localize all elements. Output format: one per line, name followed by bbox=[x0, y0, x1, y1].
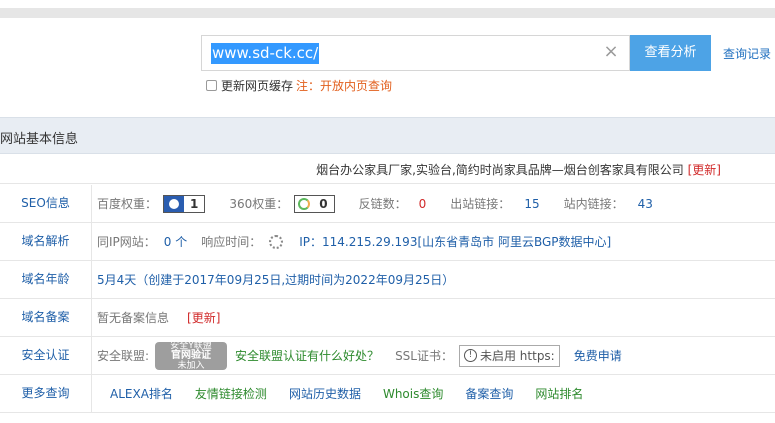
security-label: 安全认证 bbox=[0, 337, 92, 374]
analyze-button[interactable]: 查看分析 bbox=[630, 35, 711, 71]
s360-icon bbox=[295, 196, 313, 212]
site-history-link[interactable]: 网站历史数据 bbox=[289, 385, 361, 402]
top-strip bbox=[0, 0, 775, 18]
free-apply-link[interactable]: 免费申请 bbox=[574, 347, 622, 364]
more-queries-content: ALEXA排名 友情链接检测 网站历史数据 Whois查询 备案查询 网站排名 bbox=[110, 375, 583, 412]
baidu-paw-icon bbox=[164, 195, 185, 212]
icp-row: 域名备案 暂无备案信息 [更新] bbox=[0, 299, 775, 337]
loading-spinner-icon bbox=[269, 234, 284, 249]
baidu-weight-label: 百度权重： bbox=[97, 197, 158, 211]
outlinks-value[interactable]: 15 bbox=[524, 197, 539, 211]
seo-content: 百度权重： 1 360权重： 0 反链数： 0 出站链接： 15 站内链接： 4… bbox=[97, 185, 653, 222]
domain-age-content: 5月4天（创建于2017年09月25日,过期时间为2022年09月25日） bbox=[97, 261, 454, 298]
baidu-weight-value: 1 bbox=[190, 196, 199, 211]
seal-main-text: 官网验证 bbox=[171, 349, 212, 361]
security-row: 安全认证 安全联盟: 安全Y联盟 官网验证 未加入 安全联盟认证有什么好处？ S… bbox=[0, 337, 775, 375]
search-input[interactable]: www.sd-ck.cc/ bbox=[211, 43, 320, 64]
top-divider bbox=[0, 8, 775, 18]
same-ip-value[interactable]: 0 个 bbox=[164, 233, 187, 250]
friend-link-check-link[interactable]: 友情链接检测 bbox=[195, 385, 267, 402]
response-time-label: 响应时间： bbox=[201, 235, 262, 249]
verification-seal-icon[interactable]: 安全Y联盟 官网验证 未加入 bbox=[155, 340, 228, 371]
query-history-link[interactable]: 查询记录 bbox=[723, 45, 771, 62]
security-content: 安全联盟: 安全Y联盟 官网验证 未加入 安全联盟认证有什么好处？ SSL证书：… bbox=[97, 337, 622, 374]
site-title-text: 烟台办公家具厂家,实验台,简约时尚家具品牌—烟台创客家具有限公司 bbox=[316, 163, 684, 177]
ssl-label: SSL证书： bbox=[395, 349, 453, 363]
dns-label: 域名解析 bbox=[0, 223, 92, 260]
title-update-link[interactable]: [更新] bbox=[688, 163, 721, 177]
domain-age-row: 域名年龄 5月4天（创建于2017年09月25日,过期时间为2022年09月25… bbox=[0, 261, 775, 299]
baidu-weight-badge[interactable]: 1 bbox=[163, 194, 206, 213]
backlinks-label: 反链数： bbox=[358, 197, 407, 211]
domain-age-value: 5月4天（创建于2017年09月25日,过期时间为2022年09月25日） bbox=[97, 273, 455, 287]
inlinks-label: 站内链接： bbox=[563, 197, 624, 211]
whois-link[interactable]: Whois查询 bbox=[383, 385, 443, 402]
close-icon[interactable]: × bbox=[603, 43, 619, 61]
icp-label: 域名备案 bbox=[0, 299, 92, 336]
s360-weight-value: 0 bbox=[319, 196, 328, 211]
s360-weight-badge[interactable]: 0 bbox=[294, 194, 335, 213]
ip-info[interactable]: IP：114.215.29.193[山东省青岛市 阿里云BGP数据中心] bbox=[299, 233, 611, 250]
seo-row: SEO信息 百度权重： 1 360权重： 0 反链数： 0 出站链接： 15 站… bbox=[0, 185, 775, 223]
section-title: 网站基本信息 bbox=[0, 132, 79, 147]
more-queries-row: 更多查询 ALEXA排名 友情链接检测 网站历史数据 Whois查询 备案查询 … bbox=[0, 375, 775, 413]
site-title: 烟台办公家具厂家,实验台,简约时尚家具品牌—烟台创客家具有限公司 [更新] bbox=[316, 161, 721, 178]
more-queries-label: 更多查询 bbox=[0, 375, 92, 412]
dns-content: 同IP网站： 0 个 响应时间： IP：114.215.29.193[山东省青岛… bbox=[97, 223, 611, 260]
seo-label: SEO信息 bbox=[0, 185, 92, 222]
icp-content: 暂无备案信息 [更新] bbox=[97, 299, 220, 336]
section-header: 网站基本信息 bbox=[0, 117, 775, 154]
cache-note: 注：开放内页查询 bbox=[296, 78, 393, 93]
domain-age-label: 域名年龄 bbox=[0, 261, 92, 298]
icp-value: 暂无备案信息 bbox=[97, 311, 170, 325]
backlinks-value[interactable]: 0 bbox=[419, 197, 427, 211]
seal-top-text: 安全Y联盟 bbox=[170, 340, 212, 351]
alliance-label: 安全联盟: bbox=[97, 349, 150, 363]
ssl-status-badge: ! 未启用 https: bbox=[458, 344, 560, 367]
cache-option: 更新网页缓存 注：开放内页查询 bbox=[206, 77, 393, 94]
info-icon: ! bbox=[463, 349, 477, 362]
ssl-status-text: 未启用 https: bbox=[479, 349, 555, 363]
site-title-row: 烟台办公家具厂家,实验台,简约时尚家具品牌—烟台创客家具有限公司 [更新] bbox=[0, 155, 775, 184]
search-box[interactable]: www.sd-ck.cc/ × bbox=[201, 35, 630, 71]
seal-bottom-text: 未加入 bbox=[177, 360, 205, 371]
same-ip-label: 同IP网站： bbox=[97, 235, 156, 249]
s360-weight-label: 360权重： bbox=[229, 197, 289, 211]
icp-query-link[interactable]: 备案查询 bbox=[465, 385, 513, 402]
site-rank-link[interactable]: 网站排名 bbox=[535, 385, 583, 402]
alexa-rank-link[interactable]: ALEXA排名 bbox=[110, 385, 173, 402]
dns-row: 域名解析 同IP网站： 0 个 响应时间： IP：114.215.29.193[… bbox=[0, 223, 775, 261]
outlinks-label: 出站链接： bbox=[450, 197, 511, 211]
refresh-cache-label[interactable]: 更新网页缓存 bbox=[221, 77, 293, 94]
icp-update-link[interactable]: [更新] bbox=[187, 309, 220, 326]
inlinks-value[interactable]: 43 bbox=[638, 197, 653, 211]
alliance-benefit-link[interactable]: 安全联盟认证有什么好处？ bbox=[235, 347, 379, 364]
refresh-cache-checkbox[interactable] bbox=[206, 79, 217, 91]
